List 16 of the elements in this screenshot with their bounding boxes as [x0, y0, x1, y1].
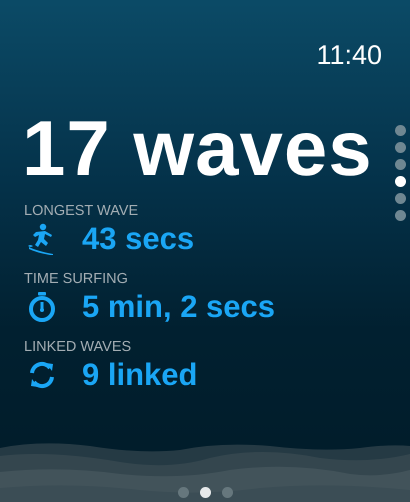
wave-count-headline: 17 waves [22, 108, 373, 188]
sync-icon [27, 360, 57, 390]
page-dot[interactable] [395, 159, 406, 170]
page-dot[interactable] [395, 210, 406, 221]
stat-value: 9 linked [82, 358, 198, 392]
stopwatch-icon [27, 291, 57, 323]
clock-time: 11:40 [316, 40, 382, 70]
stat-value: 43 secs [82, 222, 194, 256]
stat-value: 5 min, 2 secs [82, 290, 276, 324]
stat-label: LINKED WAVES [24, 339, 132, 356]
stat-label: LONGEST WAVE [24, 203, 138, 220]
page-dot[interactable] [395, 176, 406, 187]
stat-label: TIME SURFING [24, 271, 128, 288]
page-dot[interactable] [395, 142, 406, 153]
page-dot[interactable] [395, 193, 406, 204]
page-dot[interactable] [395, 125, 406, 136]
